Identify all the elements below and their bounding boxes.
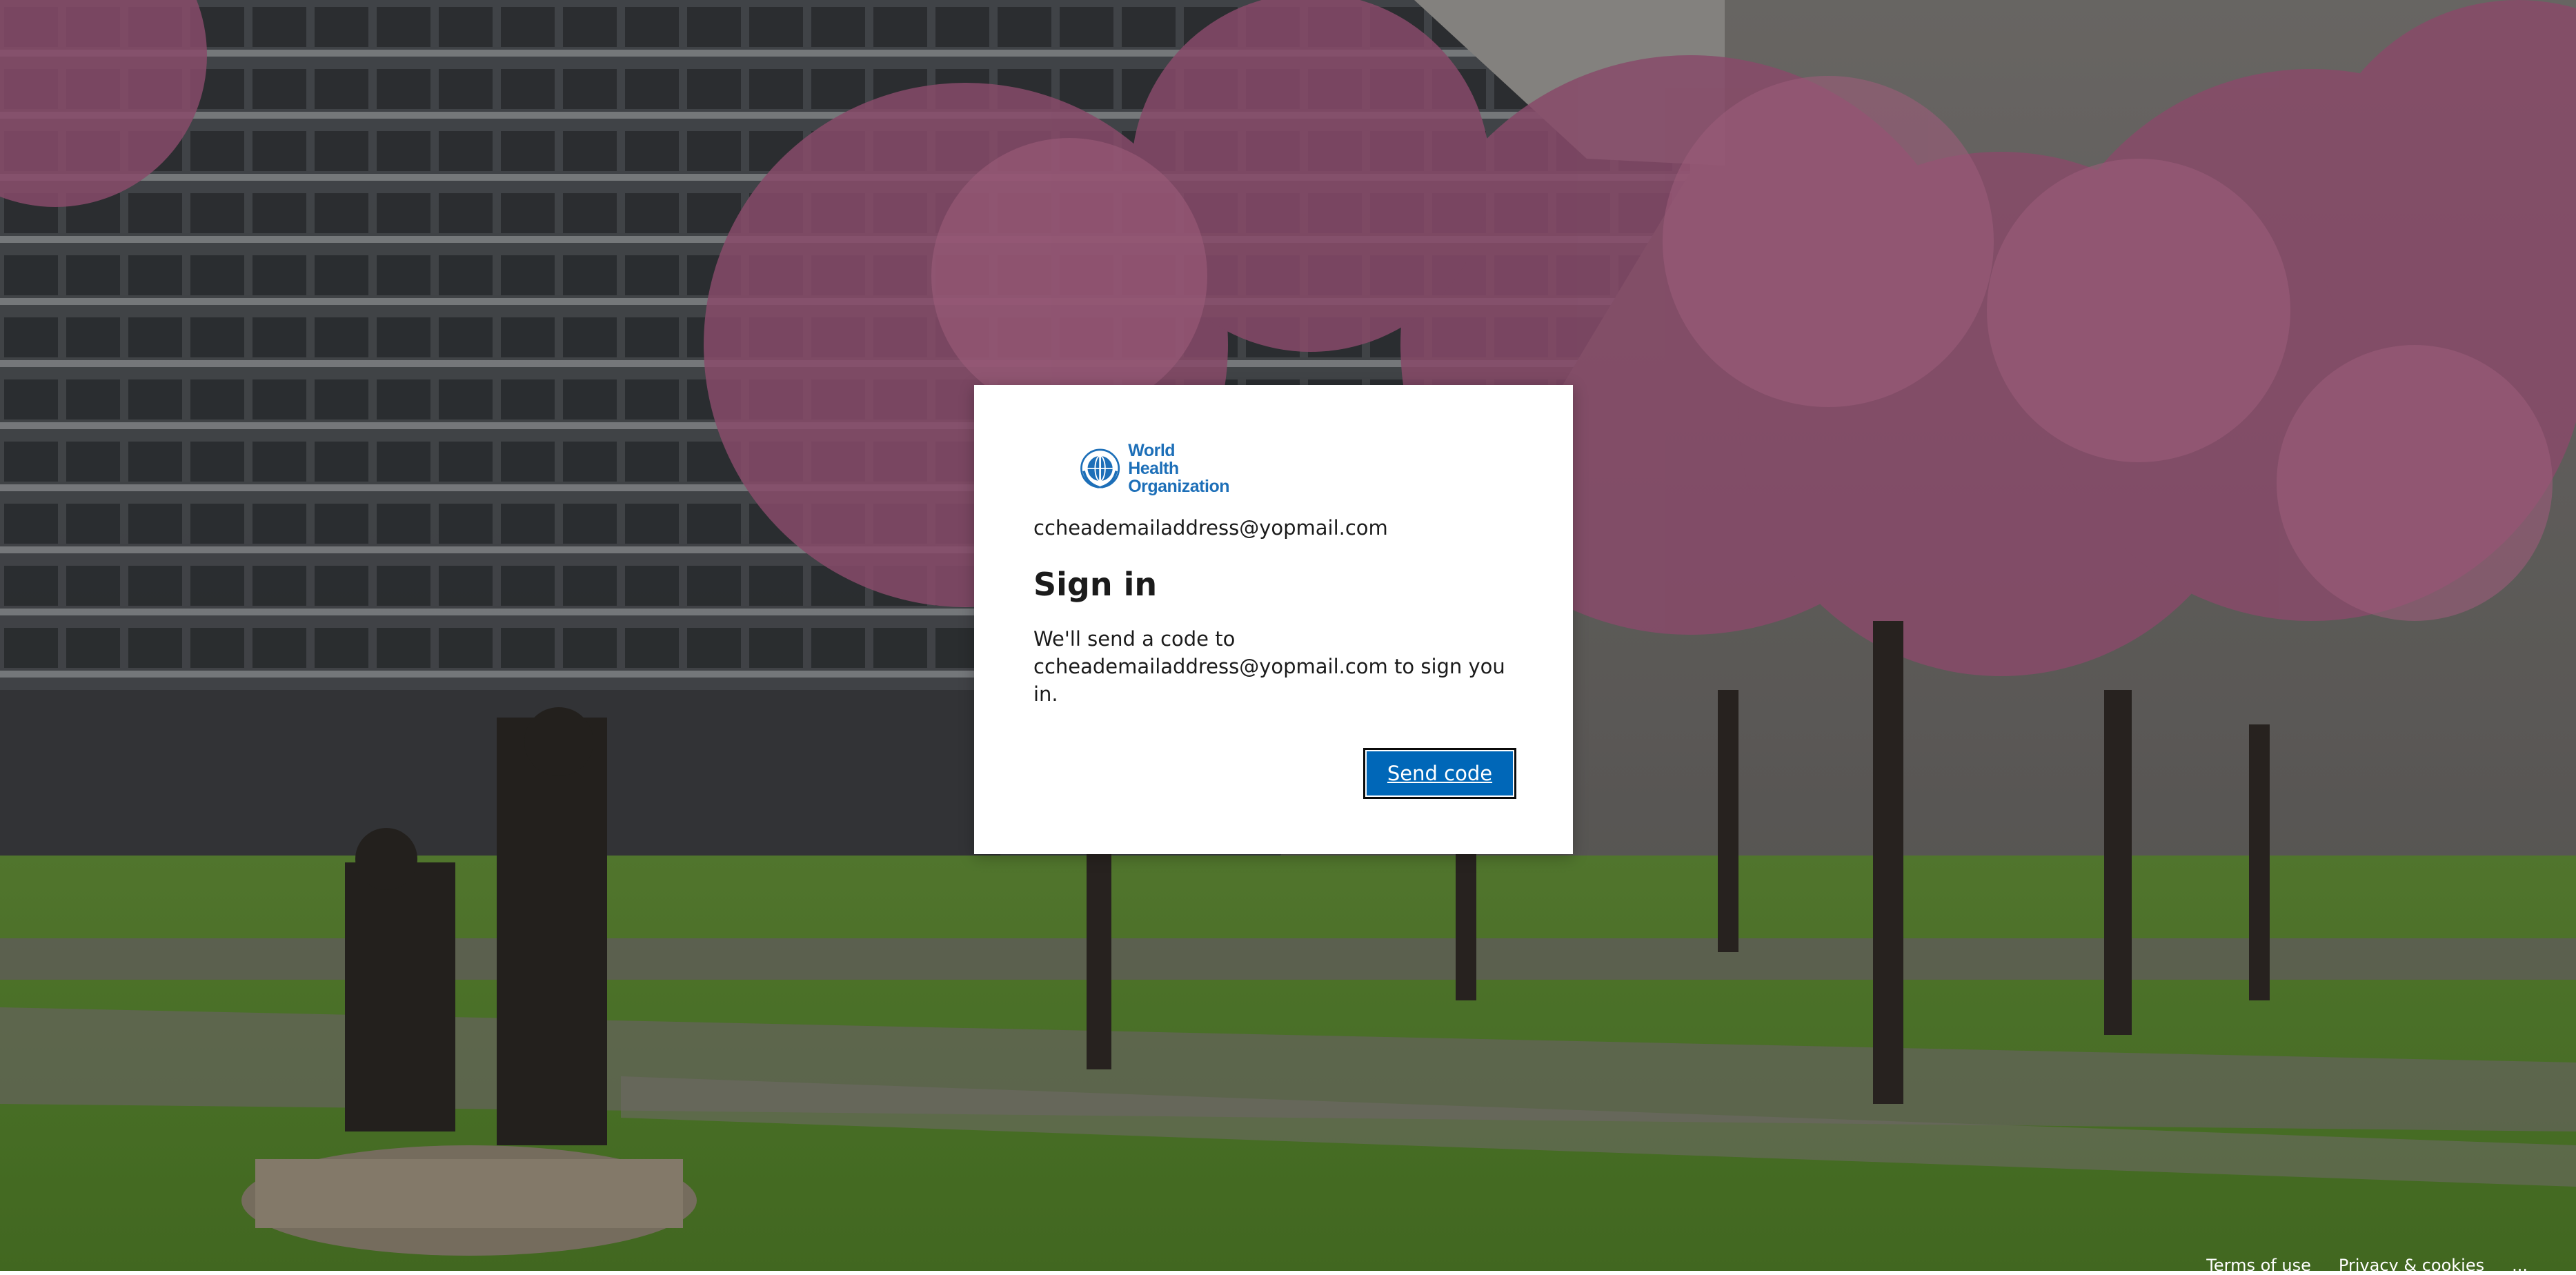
more-options-link[interactable]: ... bbox=[2512, 1256, 2528, 1275]
send-code-button[interactable]: Send code bbox=[1363, 748, 1516, 799]
page-title: Sign in bbox=[1033, 566, 1157, 603]
description-line-1: We'll send a code to bbox=[1033, 625, 1530, 653]
description-line-2: ccheademailaddress@yopmail.com to sign y… bbox=[1033, 653, 1530, 708]
who-logo-wordmark: World Health Organization bbox=[1128, 442, 1229, 495]
send-code-description: We'll send a code to ccheademailaddress@… bbox=[1033, 625, 1530, 708]
footer-links: Terms of use Privacy & cookies ... bbox=[2206, 1256, 2528, 1275]
logo-line-1: World Health bbox=[1128, 442, 1229, 477]
logo-line-2: Organization bbox=[1128, 477, 1229, 495]
account-identity: ccheademailaddress@yopmail.com bbox=[1033, 516, 1388, 540]
sign-in-card: World Health Organization ccheademailadd… bbox=[974, 385, 1573, 854]
who-emblem-icon bbox=[1078, 444, 1122, 493]
privacy-cookies-link[interactable]: Privacy & cookies bbox=[2339, 1256, 2484, 1275]
who-logo: World Health Organization bbox=[1078, 444, 1229, 493]
terms-of-use-link[interactable]: Terms of use bbox=[2206, 1256, 2311, 1275]
